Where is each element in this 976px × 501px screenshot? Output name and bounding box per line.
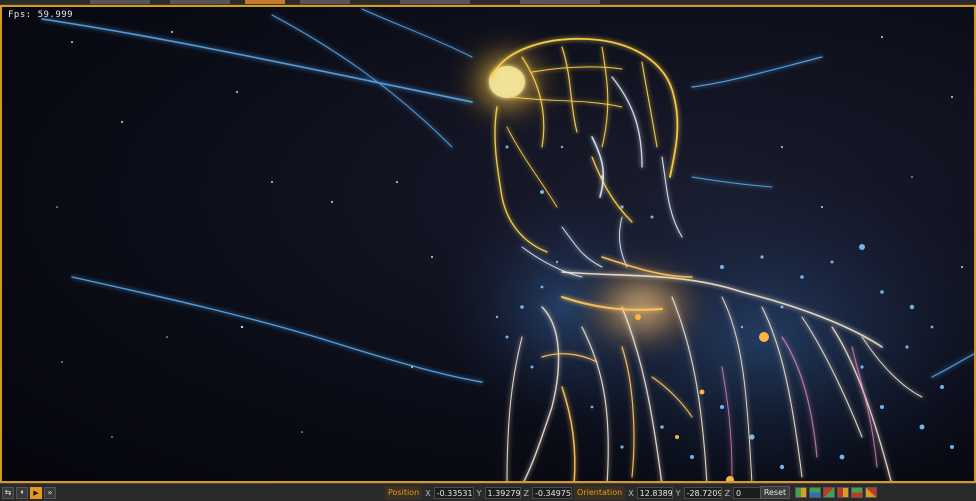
position-y-field[interactable]: 1.392792 (484, 487, 521, 499)
fast-forward-icon: » (47, 488, 53, 497)
render-viewport[interactable]: Fps: 59.999 (0, 5, 976, 483)
orientation-y-field[interactable]: -28.72094 (683, 487, 722, 499)
toolbar-item[interactable] (170, 0, 230, 4)
transform-icon[interactable] (809, 487, 821, 498)
loop-button[interactable]: ⇆ (2, 486, 14, 499)
position-z-field[interactable]: -0.3497573 (532, 487, 573, 499)
fps-counter: Fps: 59.999 (8, 10, 74, 20)
fast-forward-button[interactable]: » (44, 486, 56, 499)
status-bar: ⇆ ⏸ ▶ » Position X -0.3353173 Y 1.392792… (0, 483, 976, 501)
loop-icon: ⇆ (4, 488, 12, 497)
grid-icon[interactable] (795, 487, 807, 498)
pause-icon: ⏸ (20, 488, 24, 496)
orientation-y-label: Y (675, 488, 681, 498)
orientation-z-label: Z (724, 488, 731, 498)
toolbar-item[interactable] (520, 0, 600, 4)
pause-button[interactable]: ⏸ (16, 486, 28, 499)
reset-button[interactable]: Reset (760, 486, 790, 499)
position-label: Position (385, 486, 423, 500)
transform-panel: Position X -0.3353173 Y 1.392792 Z -0.34… (385, 486, 770, 500)
toolbar-item[interactable] (300, 0, 350, 4)
frame-icon[interactable] (865, 487, 877, 498)
toolbar-item[interactable] (90, 0, 150, 4)
toolbar-item[interactable] (400, 0, 470, 4)
snap-icon[interactable] (851, 487, 863, 498)
play-icon: ▶ (33, 488, 39, 497)
position-x-label: X (425, 488, 431, 498)
orientation-x-field[interactable]: 12.83899 (636, 487, 673, 499)
position-y-label: Y (476, 488, 482, 498)
scale-icon[interactable] (837, 487, 849, 498)
rotate-icon[interactable] (823, 487, 835, 498)
toolbar-item[interactable] (245, 0, 285, 4)
particle-render (41, 8, 974, 481)
orientation-label: Orientation (574, 486, 626, 500)
play-button[interactable]: ▶ (30, 486, 42, 499)
tool-icons (795, 487, 877, 498)
position-z-label: Z (523, 488, 530, 498)
orientation-x-label: X (628, 488, 634, 498)
position-x-field[interactable]: -0.3353173 (433, 487, 474, 499)
